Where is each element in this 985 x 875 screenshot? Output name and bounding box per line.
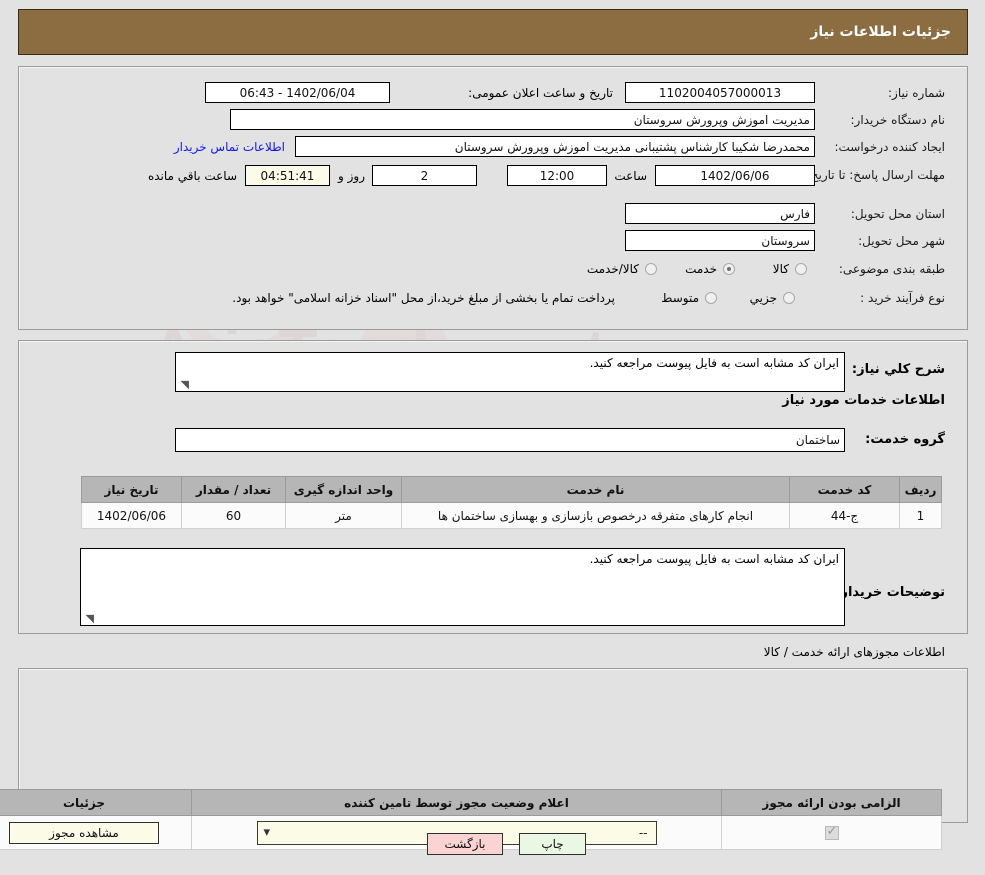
page-root: AriaTender.net جزئیات اطلاعات نیاز شماره…	[0, 0, 985, 875]
category-radio-kala[interactable]	[795, 263, 807, 275]
deadline-countdown: 04:51:41	[245, 165, 330, 186]
col-unit: واحد اندازه گیری	[285, 476, 402, 503]
category-option-khedmat[interactable]: خدمت	[685, 262, 717, 276]
deadline-remaining-label: ساعت باقي مانده	[147, 169, 237, 183]
cell-row: 1	[899, 502, 942, 529]
buyer-org-value: مدیریت اموزش وپرورش سروستان	[230, 109, 815, 130]
category-label: طبقه بندی موضوعی:	[838, 262, 945, 276]
process-radio-motavaset[interactable]	[705, 292, 717, 304]
service-group-label: گروه خدمت:	[865, 432, 945, 447]
announce-value: 1402/06/04 - 06:43	[205, 82, 390, 103]
cell-unit: متر	[285, 502, 402, 529]
buyer-notes-label: توضیحات خریدار:	[835, 585, 945, 600]
category-option-kala[interactable]: کالا	[773, 262, 789, 276]
category-radio-khedmat[interactable]	[723, 263, 735, 275]
city-label: شهر محل تحویل:	[858, 234, 945, 248]
requester-label: ایجاد کننده درخواست:	[834, 140, 945, 154]
col-permit-status: اعلام وضعیت مجوز توسط تامین کننده	[191, 789, 722, 816]
cell-service-name: انجام کارهای متفرقه درخصوص بازسازی و بهس…	[401, 502, 790, 529]
buyer-contact-link[interactable]: اطلاعات تماس خریدار	[174, 140, 285, 154]
deadline-label: مهلت ارسال پاسخ: تا تاریخ:	[806, 168, 945, 182]
resize-grip-icon-2[interactable]: ◥	[84, 613, 94, 624]
permits-table-header-row: الزامی بودن ارائه مجوز اعلام وضعیت مجوز …	[0, 789, 942, 816]
window-title-bar: جزئیات اطلاعات نیاز	[18, 9, 968, 55]
services-section-title: اطلاعات خدمات مورد نیاز	[782, 393, 945, 408]
service-group-value: ساختمان	[175, 428, 845, 452]
buyer-notes-text: ایران کد مشابه است به فایل پیوست مراجعه …	[589, 552, 839, 566]
deadline-hour-label: ساعت	[614, 169, 647, 183]
col-permit-details: جزئیات	[0, 789, 192, 816]
requester-value: محمدرضا شکیبا کارشناس پشتیبانی مدیریت ام…	[295, 136, 815, 157]
print-button[interactable]: چاپ	[519, 833, 586, 855]
col-permit-required: الزامی بودن ارائه مجوز	[721, 789, 942, 816]
category-radio-kala-khedmat[interactable]	[645, 263, 657, 275]
process-option-jozi[interactable]: جزیي	[750, 291, 777, 305]
deadline-days: 2	[372, 165, 477, 186]
cell-permit-required	[721, 815, 942, 850]
permit-status-value: --	[638, 825, 648, 840]
need-number-value: 1102004057000013	[625, 82, 815, 103]
view-permit-button[interactable]: مشاهده مجوز	[9, 821, 159, 844]
announce-label: تاریخ و ساعت اعلان عمومی:	[468, 86, 613, 100]
cell-quantity: 60	[181, 502, 286, 529]
services-table-header-row: ردیف کد خدمت نام خدمت واحد اندازه گیری ت…	[81, 476, 942, 503]
permits-section-title: اطلاعات مجوزهای ارائه خدمت / کالا	[763, 645, 945, 659]
buyer-notes-textarea[interactable]: ایران کد مشابه است به فایل پیوست مراجعه …	[80, 548, 845, 626]
process-type-note: پرداخت تمام یا بخشی از مبلغ خرید،از محل …	[232, 291, 615, 305]
need-number-label: شماره نیاز:	[888, 86, 945, 100]
province-label: استان محل تحویل:	[850, 207, 945, 221]
cell-need-date: 1402/06/06	[81, 502, 182, 529]
col-service-name: نام خدمت	[401, 476, 790, 503]
province-value: فارس	[625, 203, 815, 224]
process-option-motavaset[interactable]: متوسط	[661, 291, 699, 305]
table-row: 1 ج-44 انجام کارهای متفرقه درخصوص بازساز…	[81, 502, 942, 529]
deadline-date: 1402/06/06	[655, 165, 815, 186]
back-button[interactable]: بازگشت	[427, 833, 503, 855]
deadline-hour: 12:00	[507, 165, 607, 186]
cell-service-code: ج-44	[789, 502, 900, 529]
description-text: ایران کد مشابه است به فایل پیوست مراجعه …	[589, 356, 839, 370]
permit-required-checkbox	[824, 824, 839, 840]
category-option-kala-khedmat[interactable]: کالا/خدمت	[587, 262, 639, 276]
col-row: ردیف	[899, 476, 942, 503]
process-type-label: نوع فرآیند خرید :	[860, 291, 945, 305]
col-quantity: تعداد / مقدار	[181, 476, 286, 503]
process-radio-jozi[interactable]	[783, 292, 795, 304]
buyer-org-label: نام دستگاه خریدار:	[850, 113, 946, 127]
page-title: جزئیات اطلاعات نیاز	[810, 24, 951, 40]
col-service-code: کد خدمت	[789, 476, 900, 503]
chevron-down-icon: ▾	[263, 824, 271, 840]
cell-permit-details: مشاهده مجوز	[0, 815, 192, 850]
col-need-date: تاریخ نیاز	[81, 476, 182, 503]
description-textarea[interactable]: ایران کد مشابه است به فایل پیوست مراجعه …	[175, 352, 845, 392]
description-label: شرح کلي نیاز:	[851, 362, 945, 377]
resize-grip-icon[interactable]: ◥	[179, 379, 189, 390]
deadline-days-label: روز و	[338, 169, 365, 183]
services-table: ردیف کد خدمت نام خدمت واحد اندازه گیری ت…	[81, 476, 942, 529]
city-value: سروستان	[625, 230, 815, 251]
